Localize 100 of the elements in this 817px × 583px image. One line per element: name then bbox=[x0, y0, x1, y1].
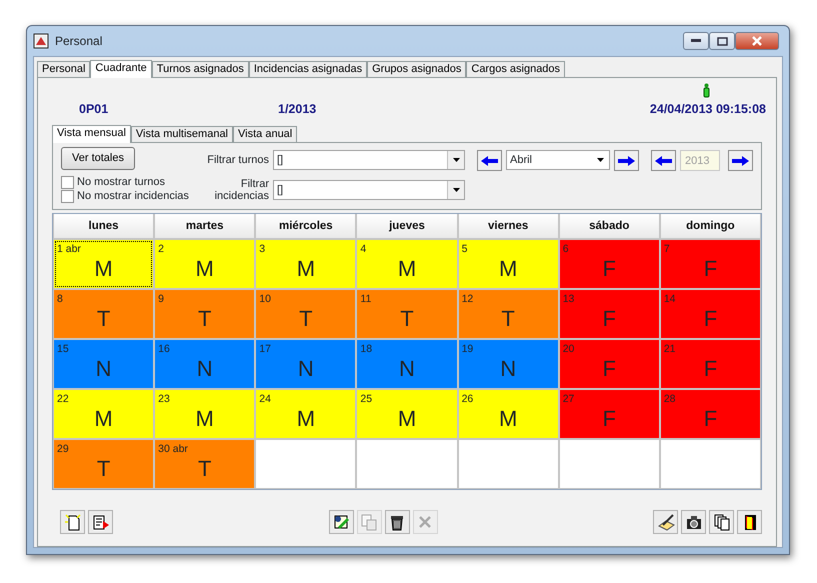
column-header: lunes bbox=[54, 214, 154, 238]
shift-code: M bbox=[93, 406, 114, 432]
day-cell[interactable]: 28 F bbox=[660, 390, 760, 438]
day-number: 16 bbox=[158, 342, 170, 357]
day-number: 25 bbox=[360, 392, 372, 407]
day-cell[interactable]: 25 M bbox=[357, 390, 457, 438]
shift-code: M bbox=[194, 406, 215, 432]
tab[interactable]: Cargos asignados bbox=[466, 61, 566, 77]
day-cell[interactable]: 14 F bbox=[660, 290, 760, 338]
column-header: martes bbox=[155, 214, 254, 238]
shift-code: N bbox=[398, 356, 416, 382]
tab[interactable]: Grupos asignados bbox=[367, 61, 466, 77]
day-number: 21 bbox=[664, 342, 676, 357]
day-cell[interactable]: 17 N bbox=[256, 340, 356, 388]
day-cell[interactable]: 18 N bbox=[357, 340, 457, 388]
day-number: 4 bbox=[360, 242, 366, 257]
day-number: 11 bbox=[360, 292, 372, 307]
day-cell[interactable]: 11 T bbox=[357, 290, 457, 338]
day-number: 3 bbox=[259, 242, 266, 257]
day-number: 12 bbox=[462, 292, 474, 307]
day-number: 28 bbox=[664, 392, 676, 407]
day-number: 26 bbox=[462, 392, 474, 407]
shift-code: N bbox=[499, 356, 518, 382]
shift-code: F bbox=[602, 356, 617, 382]
day-cell[interactable]: 9 T bbox=[155, 290, 254, 338]
shift-code: F bbox=[702, 406, 718, 432]
day-cell[interactable]: 21 F bbox=[660, 340, 760, 388]
window-title: Personal bbox=[55, 33, 102, 50]
incident-filter-dropdown[interactable]: [] bbox=[273, 180, 465, 200]
column-header: sábado bbox=[560, 214, 659, 238]
day-cell[interactable]: 22 M bbox=[54, 390, 154, 438]
shift-code: F bbox=[602, 406, 617, 432]
totals-button[interactable]: Ver totales bbox=[61, 147, 135, 170]
shift-code: M bbox=[93, 256, 114, 282]
day-cell[interactable]: 7 F bbox=[660, 240, 760, 288]
shift-code: T bbox=[96, 456, 112, 482]
day-cell[interactable]: 19 N bbox=[458, 340, 558, 388]
day-cell[interactable]: 30 abr T bbox=[155, 440, 254, 488]
day-cell[interactable]: 5 M bbox=[458, 240, 558, 288]
shift-filter-dropdown[interactable]: [] bbox=[273, 150, 465, 170]
shift-code: M bbox=[296, 406, 316, 432]
day-cell[interactable]: 8 T bbox=[54, 290, 154, 338]
column-header: jueves bbox=[357, 214, 457, 238]
shift-code: N bbox=[196, 356, 214, 382]
shift-code: F bbox=[602, 306, 617, 332]
day-cell[interactable]: 10 T bbox=[256, 290, 356, 338]
shift-code: M bbox=[498, 256, 518, 282]
shift-code: F bbox=[602, 256, 617, 282]
month-dropdown[interactable]: Abril bbox=[506, 150, 610, 170]
shift-code: T bbox=[96, 306, 112, 332]
day-cell[interactable]: 23 M bbox=[155, 390, 254, 438]
checkbox-label: No mostrar turnos bbox=[77, 175, 166, 190]
day-number: 27 bbox=[562, 392, 574, 407]
field-label: Filtrar incidencias bbox=[214, 178, 269, 202]
shift-code: M bbox=[396, 256, 418, 282]
shift-code: T bbox=[298, 306, 314, 332]
day-number: 9 bbox=[158, 292, 164, 307]
day-cell[interactable]: 16 N bbox=[155, 340, 254, 388]
day-number: 14 bbox=[664, 292, 676, 307]
day-number: 18 bbox=[360, 342, 372, 357]
column-header: domingo bbox=[660, 214, 760, 238]
period-label: 1/2013 bbox=[278, 101, 316, 118]
day-cell[interactable]: 3 M bbox=[256, 240, 356, 288]
day-number: 7 bbox=[664, 242, 670, 257]
tab[interactable]: Personal bbox=[37, 61, 90, 77]
day-cell[interactable]: 12 T bbox=[458, 290, 558, 338]
day-number: 22 bbox=[57, 392, 69, 407]
day-cell[interactable]: 1 abr M bbox=[54, 240, 154, 288]
day-number: 1 abr bbox=[57, 242, 81, 257]
shift-code: T bbox=[196, 306, 212, 332]
tab[interactable]: Vista anual bbox=[233, 126, 298, 142]
day-cell[interactable]: 15 N bbox=[54, 340, 154, 388]
shift-code: T bbox=[196, 456, 212, 482]
tab[interactable]: Cuadrante bbox=[90, 60, 152, 78]
day-cell[interactable]: 20 F bbox=[560, 340, 659, 388]
tab[interactable]: Turnos asignados bbox=[152, 61, 249, 77]
day-number: 13 bbox=[562, 292, 574, 307]
day-number: 17 bbox=[259, 342, 271, 357]
day-number: 19 bbox=[462, 342, 474, 357]
day-cell[interactable]: 4 M bbox=[357, 240, 457, 288]
shift-code: T bbox=[500, 306, 516, 332]
day-number: 2 bbox=[158, 242, 164, 257]
day-cell[interactable]: 27 F bbox=[560, 390, 659, 438]
datetime-label: 24/04/2013 09:15:08 bbox=[650, 101, 766, 118]
tab[interactable]: Vista mensual bbox=[52, 125, 131, 143]
day-number: 8 bbox=[57, 292, 63, 307]
tab[interactable]: Incidencias asignadas bbox=[248, 61, 368, 77]
field-label: Filtrar turnos bbox=[206, 152, 269, 168]
day-cell[interactable]: 24 M bbox=[256, 390, 356, 438]
day-cell[interactable]: 26 M bbox=[458, 390, 558, 438]
day-cell[interactable]: 29 T bbox=[54, 440, 154, 488]
day-number: 29 bbox=[57, 442, 69, 457]
day-number: 15 bbox=[57, 342, 69, 357]
tab[interactable]: Vista multisemanal bbox=[130, 126, 234, 142]
shift-code: M bbox=[396, 406, 418, 432]
day-cell[interactable]: 6 F bbox=[560, 240, 659, 288]
day-number: 24 bbox=[259, 392, 271, 407]
day-cell[interactable]: 2 M bbox=[155, 240, 254, 288]
shift-code: M bbox=[498, 406, 518, 432]
day-cell[interactable]: 13 F bbox=[560, 290, 659, 338]
